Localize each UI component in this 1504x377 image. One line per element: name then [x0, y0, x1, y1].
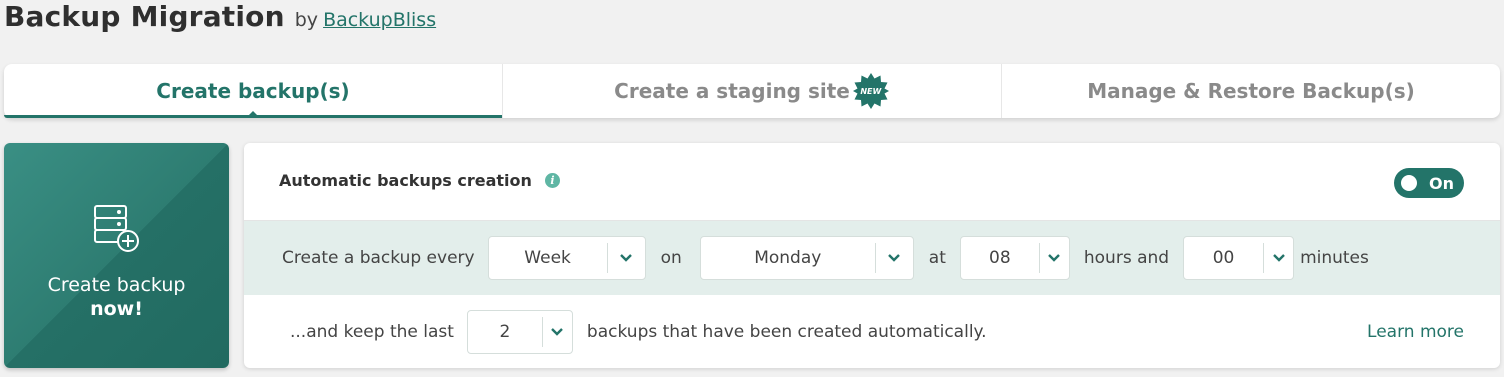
panel-title-text: Automatic backups creation	[279, 171, 532, 190]
tab-create-backups[interactable]: Create backup(s)	[4, 64, 503, 118]
hour-value: 08	[989, 248, 1011, 268]
tab-manage-restore-backups[interactable]: Manage & Restore Backup(s)	[1002, 64, 1500, 118]
retention-row: ...and keep the last 2 backups that have…	[244, 295, 1500, 368]
day-value: Monday	[754, 248, 822, 268]
minutes-label: minutes	[1300, 248, 1369, 268]
chevron-down-icon	[874, 243, 913, 273]
new-badge-icon: NEW	[852, 72, 890, 110]
active-tab-caret-icon	[249, 111, 257, 115]
panel-header: Automatic backups creation i On	[244, 143, 1500, 221]
tab-create-staging-site[interactable]: Create a staging site NEW	[503, 64, 1002, 118]
tab-label: Create backup(s)	[156, 79, 350, 103]
period-value: Week	[524, 248, 571, 268]
panel-title: Automatic backups creation i	[279, 171, 560, 190]
byline: by BackupBliss	[295, 9, 436, 31]
info-icon[interactable]: i	[544, 173, 560, 188]
period-select[interactable]: Week	[487, 236, 646, 280]
retention-suffix: backups that have been created automatic…	[586, 321, 987, 342]
tab-bar: Create backup(s) Create a staging site N…	[4, 64, 1500, 118]
page-header: Backup Migration by BackupBliss	[4, 0, 436, 36]
create-backup-line1: Create backup	[47, 274, 186, 296]
tab-label: Manage & Restore Backup(s)	[1087, 79, 1415, 103]
toggle-knob	[1401, 175, 1417, 191]
tab-label: Create a staging site	[614, 79, 850, 103]
toggle-label: On	[1429, 173, 1454, 193]
hours-label: hours and	[1083, 248, 1170, 268]
new-badge-label: NEW	[860, 86, 882, 96]
minute-value: 00	[1212, 248, 1235, 268]
keep-count-value: 2	[499, 321, 511, 342]
minute-select[interactable]: 00	[1183, 236, 1295, 280]
schedule-prefix: Create a backup every	[282, 248, 475, 268]
by-label: by	[294, 9, 319, 31]
chevron-down-icon	[606, 243, 645, 273]
create-backup-now-label: Create backup now!	[48, 273, 186, 321]
keep-count-select[interactable]: 2	[466, 309, 573, 354]
automatic-backups-panel: Automatic backups creation i On Create a…	[244, 143, 1500, 368]
learn-more-link[interactable]: Learn more	[1367, 322, 1464, 342]
hour-select[interactable]: 08	[959, 236, 1070, 280]
chevron-down-icon	[541, 316, 572, 347]
on-label: on	[660, 248, 682, 268]
chevron-down-icon	[1263, 243, 1293, 273]
page-title: Backup Migration	[4, 0, 285, 33]
day-select[interactable]: Monday	[699, 236, 914, 280]
retention-prefix: ...and keep the last	[290, 321, 454, 342]
chevron-down-icon	[1038, 243, 1069, 273]
brand-link[interactable]: BackupBliss	[323, 9, 436, 31]
create-backup-line2: now!	[90, 298, 143, 320]
auto-backup-toggle[interactable]: On	[1394, 168, 1464, 198]
schedule-row: Create a backup every Week on Monday at …	[244, 221, 1500, 295]
server-plus-icon	[92, 203, 142, 259]
at-label: at	[928, 248, 946, 268]
create-backup-now-button[interactable]: Create backup now!	[4, 143, 229, 368]
